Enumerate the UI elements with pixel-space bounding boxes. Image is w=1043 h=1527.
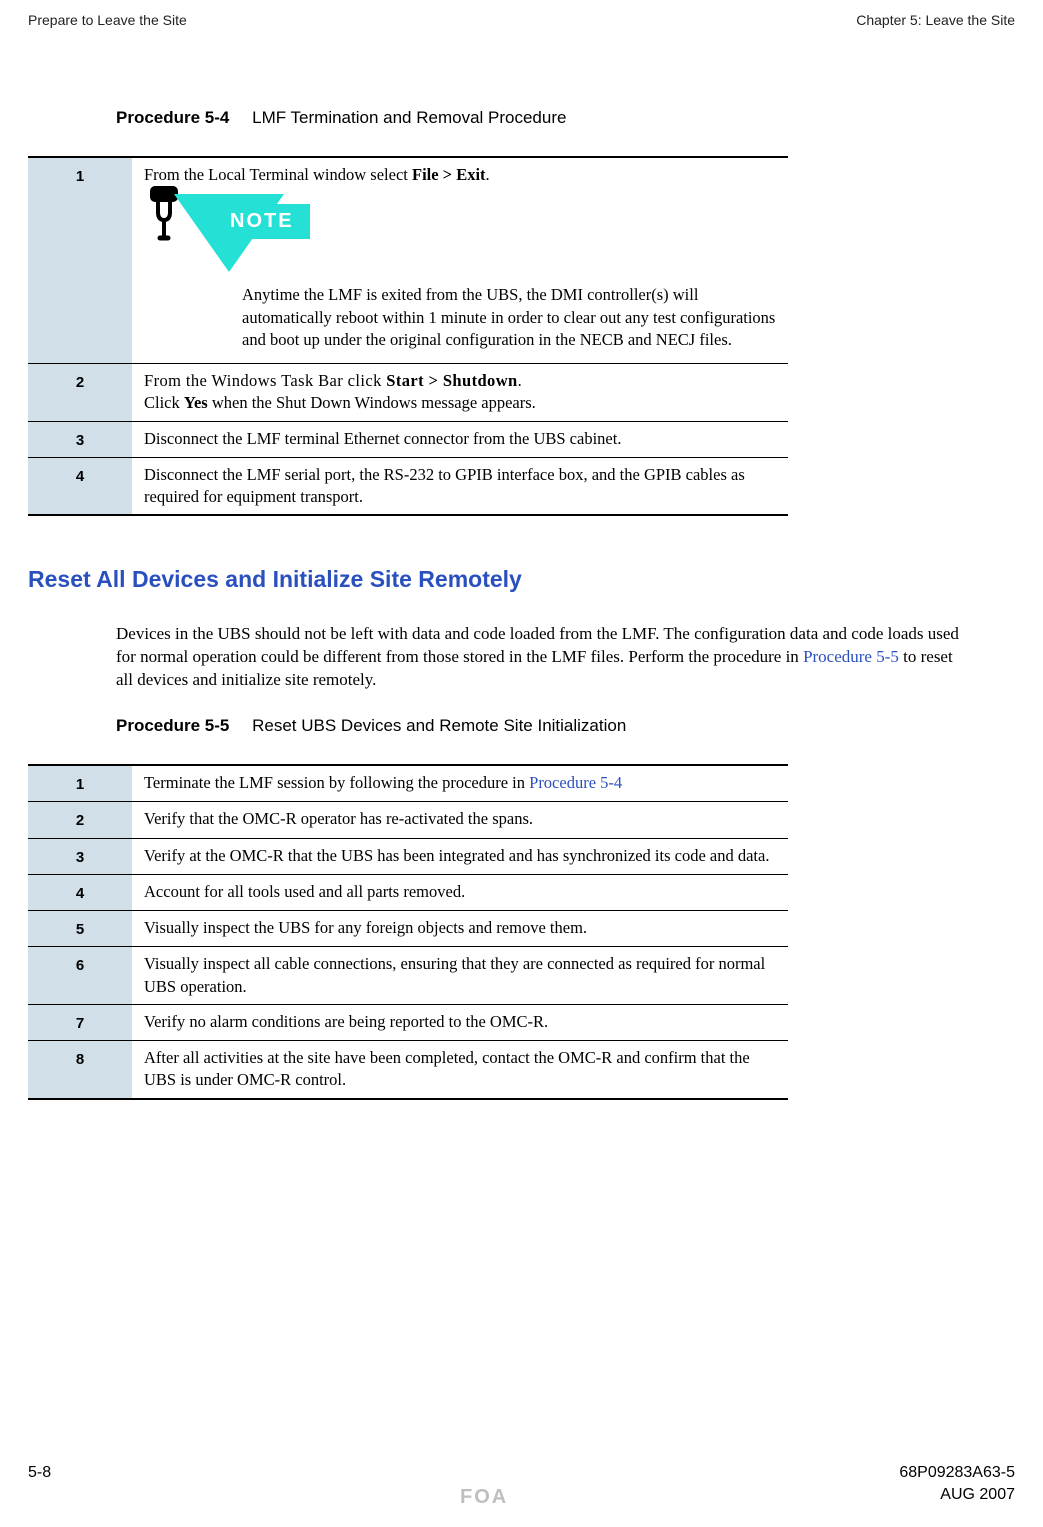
procedure-5-4-table: 1 From the Local Terminal window select … (28, 156, 788, 516)
step-text: From the Windows Task Bar click (144, 371, 386, 390)
step-text: Click (144, 393, 184, 412)
foa-label: FOA (460, 1486, 508, 1509)
table-row: 1 From the Local Terminal window select … (28, 157, 788, 364)
step-text: . (518, 371, 523, 390)
step-bold: Start > Shutdown (386, 371, 517, 390)
step-text: From the Local Terminal window select (144, 165, 412, 184)
section-heading: Reset All Devices and Initialize Site Re… (28, 566, 1015, 593)
page-header: Prepare to Leave the Site Chapter 5: Lea… (28, 12, 1015, 28)
table-row: 5 Visually inspect the UBS for any forei… (28, 911, 788, 947)
procedure-5-4-caption: Procedure 5-4 LMF Termination and Remova… (116, 108, 1015, 128)
procedure-link[interactable]: Procedure 5-4 (529, 773, 622, 792)
step-number: 4 (28, 457, 132, 515)
table-row: 6 Visually inspect all cable connections… (28, 947, 788, 1005)
procedure-number: Procedure 5-4 (116, 108, 229, 127)
step-number: 2 (28, 364, 132, 422)
table-row: 4 Disconnect the LMF serial port, the RS… (28, 457, 788, 515)
step-bold: Yes (184, 393, 208, 412)
doc-number: 68P09283A63-5 (899, 1464, 1015, 1482)
step-body: From the Local Terminal window select Fi… (132, 157, 788, 364)
step-bold: File > Exit (412, 165, 486, 184)
step-number: 7 (28, 1004, 132, 1040)
step-body: Visually inspect the UBS for any foreign… (132, 911, 788, 947)
table-row: 2 Verify that the OMC-R operator has re-… (28, 802, 788, 838)
procedure-number: Procedure 5-5 (116, 716, 229, 735)
table-row: 8 After all activities at the site have … (28, 1041, 788, 1099)
step-body: Account for all tools used and all parts… (132, 874, 788, 910)
procedure-title: LMF Termination and Removal Procedure (252, 108, 566, 127)
step-number: 5 (28, 911, 132, 947)
table-row: 1 Terminate the LMF session by following… (28, 765, 788, 802)
step-body: Verify that the OMC-R operator has re-ac… (132, 802, 788, 838)
step-body: Visually inspect all cable connections, … (132, 947, 788, 1005)
section-paragraph: Devices in the UBS should not be left wi… (116, 623, 966, 692)
step-text: when the Shut Down Windows message appea… (208, 393, 536, 412)
table-row: 2 From the Windows Task Bar click Start … (28, 364, 788, 422)
page-footer: 5-8 68P09283A63-5 FOA AUG 2007 (0, 1464, 1043, 1509)
step-body: Disconnect the LMF terminal Ethernet con… (132, 421, 788, 457)
step-body: Disconnect the LMF serial port, the RS-2… (132, 457, 788, 515)
step-body: After all activities at the site have be… (132, 1041, 788, 1099)
procedure-5-5-table: 1 Terminate the LMF session by following… (28, 764, 788, 1100)
procedure-link[interactable]: Procedure 5-5 (803, 647, 899, 666)
procedure-5-5-caption: Procedure 5-5 Reset UBS Devices and Remo… (116, 716, 1015, 736)
step-number: 3 (28, 838, 132, 874)
table-row: 3 Disconnect the LMF terminal Ethernet c… (28, 421, 788, 457)
footer-date: AUG 2007 (940, 1486, 1015, 1509)
step-text: Terminate the LMF session by following t… (144, 773, 529, 792)
note-badge: NOTE (214, 204, 310, 239)
step-body: Terminate the LMF session by following t… (132, 765, 788, 802)
note-block: NOTE Anytime the LMF is exited from the … (144, 196, 776, 351)
table-row: 7 Verify no alarm conditions are being r… (28, 1004, 788, 1040)
header-left: Prepare to Leave the Site (28, 12, 187, 28)
table-row: 3 Verify at the OMC-R that the UBS has b… (28, 838, 788, 874)
procedure-title: Reset UBS Devices and Remote Site Initia… (252, 716, 626, 735)
step-number: 1 (28, 157, 132, 364)
table-row: 4 Account for all tools used and all par… (28, 874, 788, 910)
step-number: 3 (28, 421, 132, 457)
note-text: Anytime the LMF is exited from the UBS, … (242, 284, 776, 351)
header-right: Chapter 5: Leave the Site (856, 12, 1015, 28)
step-text: . (486, 165, 490, 184)
page-number: 5-8 (28, 1464, 51, 1482)
step-body: Verify no alarm conditions are being rep… (132, 1004, 788, 1040)
step-number: 4 (28, 874, 132, 910)
step-number: 8 (28, 1041, 132, 1099)
step-body: Verify at the OMC-R that the UBS has bee… (132, 838, 788, 874)
step-number: 2 (28, 802, 132, 838)
step-body: From the Windows Task Bar click Start > … (132, 364, 788, 422)
step-number: 6 (28, 947, 132, 1005)
step-number: 1 (28, 765, 132, 802)
